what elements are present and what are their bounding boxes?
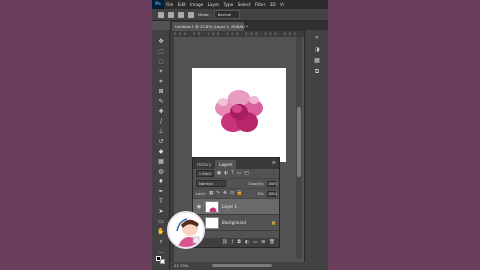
- libraries-panel-icon[interactable]: ⧉: [313, 68, 321, 75]
- menu-file[interactable]: File: [164, 2, 175, 7]
- collapse-panels-icon[interactable]: «: [313, 34, 321, 41]
- horizontal-scroll-thumb[interactable]: [212, 264, 272, 267]
- layers-panel: History Layers ≡ ⌕ Kind ▣ ◐ T ▭ ◰ Normal…: [192, 157, 280, 248]
- pen-tool-icon[interactable]: ✒: [157, 188, 165, 195]
- crop-tool-icon[interactable]: ⌗: [157, 78, 165, 85]
- zoom-tool-icon[interactable]: ⌕: [157, 238, 165, 245]
- lasso-tool-icon[interactable]: ◌: [157, 58, 165, 65]
- group-icon[interactable]: ▭: [253, 240, 257, 245]
- move-tool-icon[interactable]: ✥: [157, 38, 165, 45]
- menu-layer[interactable]: Layer: [205, 2, 221, 7]
- mode-select[interactable]: Normal: [213, 10, 240, 19]
- lock-position-icon[interactable]: ✥: [223, 191, 227, 196]
- scroll-thumb[interactable]: [297, 107, 301, 177]
- menu-image[interactable]: Image: [188, 2, 206, 7]
- brush-size-icon[interactable]: [178, 11, 184, 18]
- brush-settings-icon[interactable]: [188, 11, 194, 18]
- background-color-swatch[interactable]: [160, 259, 165, 264]
- lock-artboard-icon[interactable]: ⊡: [230, 191, 234, 196]
- blur-tool-icon[interactable]: ◍: [157, 168, 165, 175]
- filter-pixel-icon[interactable]: ▣: [217, 171, 221, 176]
- adjustment-icon[interactable]: ◐: [245, 240, 249, 245]
- photoshop-logo: Ps: [152, 0, 164, 9]
- layers-footer: ⛓ ƒ ◘ ◐ ▭ ⊞ 🗑: [193, 238, 279, 247]
- layer-name[interactable]: Background: [222, 220, 246, 225]
- dodge-tool-icon[interactable]: ♦: [157, 178, 165, 185]
- opacity-field[interactable]: 100%: [267, 180, 277, 187]
- flower-thumbnail: [209, 207, 217, 212]
- vertical-scrollbar[interactable]: [296, 37, 302, 259]
- mode-label: Mode:: [198, 12, 210, 17]
- avatar: [167, 211, 205, 249]
- blend-mode-select[interactable]: Normal: [196, 180, 226, 187]
- lock-all-icon[interactable]: 🔒: [237, 191, 243, 196]
- delete-layer-icon[interactable]: 🗑: [269, 240, 275, 245]
- opacity-label: Opacity:: [248, 181, 264, 186]
- document-canvas[interactable]: [192, 68, 286, 162]
- layer-thumbnail: [205, 216, 219, 229]
- eyedropper-tool-icon[interactable]: ✎: [157, 98, 165, 105]
- filter-adjust-icon[interactable]: ◐: [224, 171, 228, 176]
- menu-filter[interactable]: Filter: [253, 2, 268, 7]
- brush-preset-icon[interactable]: [168, 11, 174, 18]
- right-panel-dock: « ◑ ▦ ⧉: [304, 30, 328, 270]
- lock-icon: 🔒: [271, 220, 276, 225]
- flower-image: [215, 90, 263, 132]
- frame-tool-icon[interactable]: ⊠: [157, 88, 165, 95]
- color-panel-icon[interactable]: ◑: [313, 46, 321, 53]
- blend-row: Normal Opacity: 100%: [193, 179, 279, 189]
- lock-row: Lock: ▦ ✎ ✥ ⊡ 🔒 Fill: 100%: [193, 189, 279, 199]
- menu-type[interactable]: Type: [221, 2, 235, 7]
- filter-smart-icon[interactable]: ◰: [244, 171, 248, 176]
- gradient-tool-icon[interactable]: ▦: [157, 158, 165, 165]
- menu-view[interactable]: Vi: [278, 2, 286, 7]
- marquee-tool-icon[interactable]: ⬚: [157, 48, 165, 55]
- filter-kind-label: Kind: [202, 171, 211, 176]
- zoom-readout: 22.79%: [174, 263, 189, 268]
- lock-label: Lock:: [196, 191, 206, 196]
- lock-paint-icon[interactable]: ✎: [216, 191, 220, 196]
- options-bar: Mode: Normal: [152, 9, 328, 21]
- new-layer-icon[interactable]: ⊞: [261, 240, 265, 245]
- tab-layers[interactable]: Layers: [215, 160, 237, 169]
- layer-row-background[interactable]: ◉ Background 🔒: [193, 215, 279, 231]
- menu-3d[interactable]: 3D: [267, 2, 277, 7]
- healing-brush-icon[interactable]: ✚: [157, 108, 165, 115]
- history-brush-icon[interactable]: ↺: [157, 138, 165, 145]
- shape-tool-icon[interactable]: ▭: [157, 218, 165, 225]
- quick-select-tool-icon[interactable]: ⌖: [157, 68, 165, 75]
- layer-name[interactable]: Layer 1: [222, 204, 237, 209]
- swatches-panel-icon[interactable]: ▦: [313, 57, 321, 64]
- fill-field[interactable]: 100%: [267, 190, 277, 197]
- hand-tool-icon[interactable]: ✋: [157, 228, 165, 235]
- mask-icon[interactable]: ◘: [237, 240, 241, 245]
- filter-shape-icon[interactable]: ▭: [237, 171, 241, 176]
- panel-menu-icon[interactable]: ≡: [272, 160, 276, 166]
- menu-select[interactable]: Select: [235, 2, 252, 7]
- layer-row-layer-1[interactable]: ◉ Layer 1: [193, 199, 279, 215]
- home-icon[interactable]: [158, 11, 164, 18]
- menu-edit[interactable]: Edit: [175, 2, 187, 7]
- layer-thumbnail: [205, 200, 219, 213]
- menu-bar: Ps File Edit Image Layer Type Select Fil…: [152, 0, 328, 9]
- fx-icon[interactable]: ƒ: [232, 240, 234, 245]
- type-tool-icon[interactable]: T: [157, 198, 165, 205]
- path-select-icon[interactable]: ➤: [157, 208, 165, 215]
- brush-tool-icon[interactable]: /: [157, 118, 165, 125]
- visibility-eye-icon[interactable]: ◉: [196, 204, 202, 210]
- clone-stamp-icon[interactable]: ⊥: [157, 128, 165, 135]
- filter-type-icon[interactable]: T: [231, 171, 234, 176]
- filter-row: ⌕ Kind ▣ ◐ T ▭ ◰: [193, 169, 279, 179]
- layers-panel-tabs: History Layers ≡: [193, 158, 279, 169]
- filter-kind-select[interactable]: ⌕ Kind: [196, 170, 214, 177]
- document-tab[interactable]: Untitled-1 @ 22.8% (Layer 1, RGB/8) *: [172, 22, 248, 31]
- link-layers-icon[interactable]: ⛓: [222, 240, 228, 245]
- more-tools-icon[interactable]: …: [157, 248, 165, 255]
- lock-pixels-icon[interactable]: ▦: [209, 191, 213, 196]
- eraser-tool-icon[interactable]: ◆: [157, 148, 165, 155]
- tab-history[interactable]: History: [193, 160, 215, 169]
- fill-label: Fill:: [257, 191, 264, 196]
